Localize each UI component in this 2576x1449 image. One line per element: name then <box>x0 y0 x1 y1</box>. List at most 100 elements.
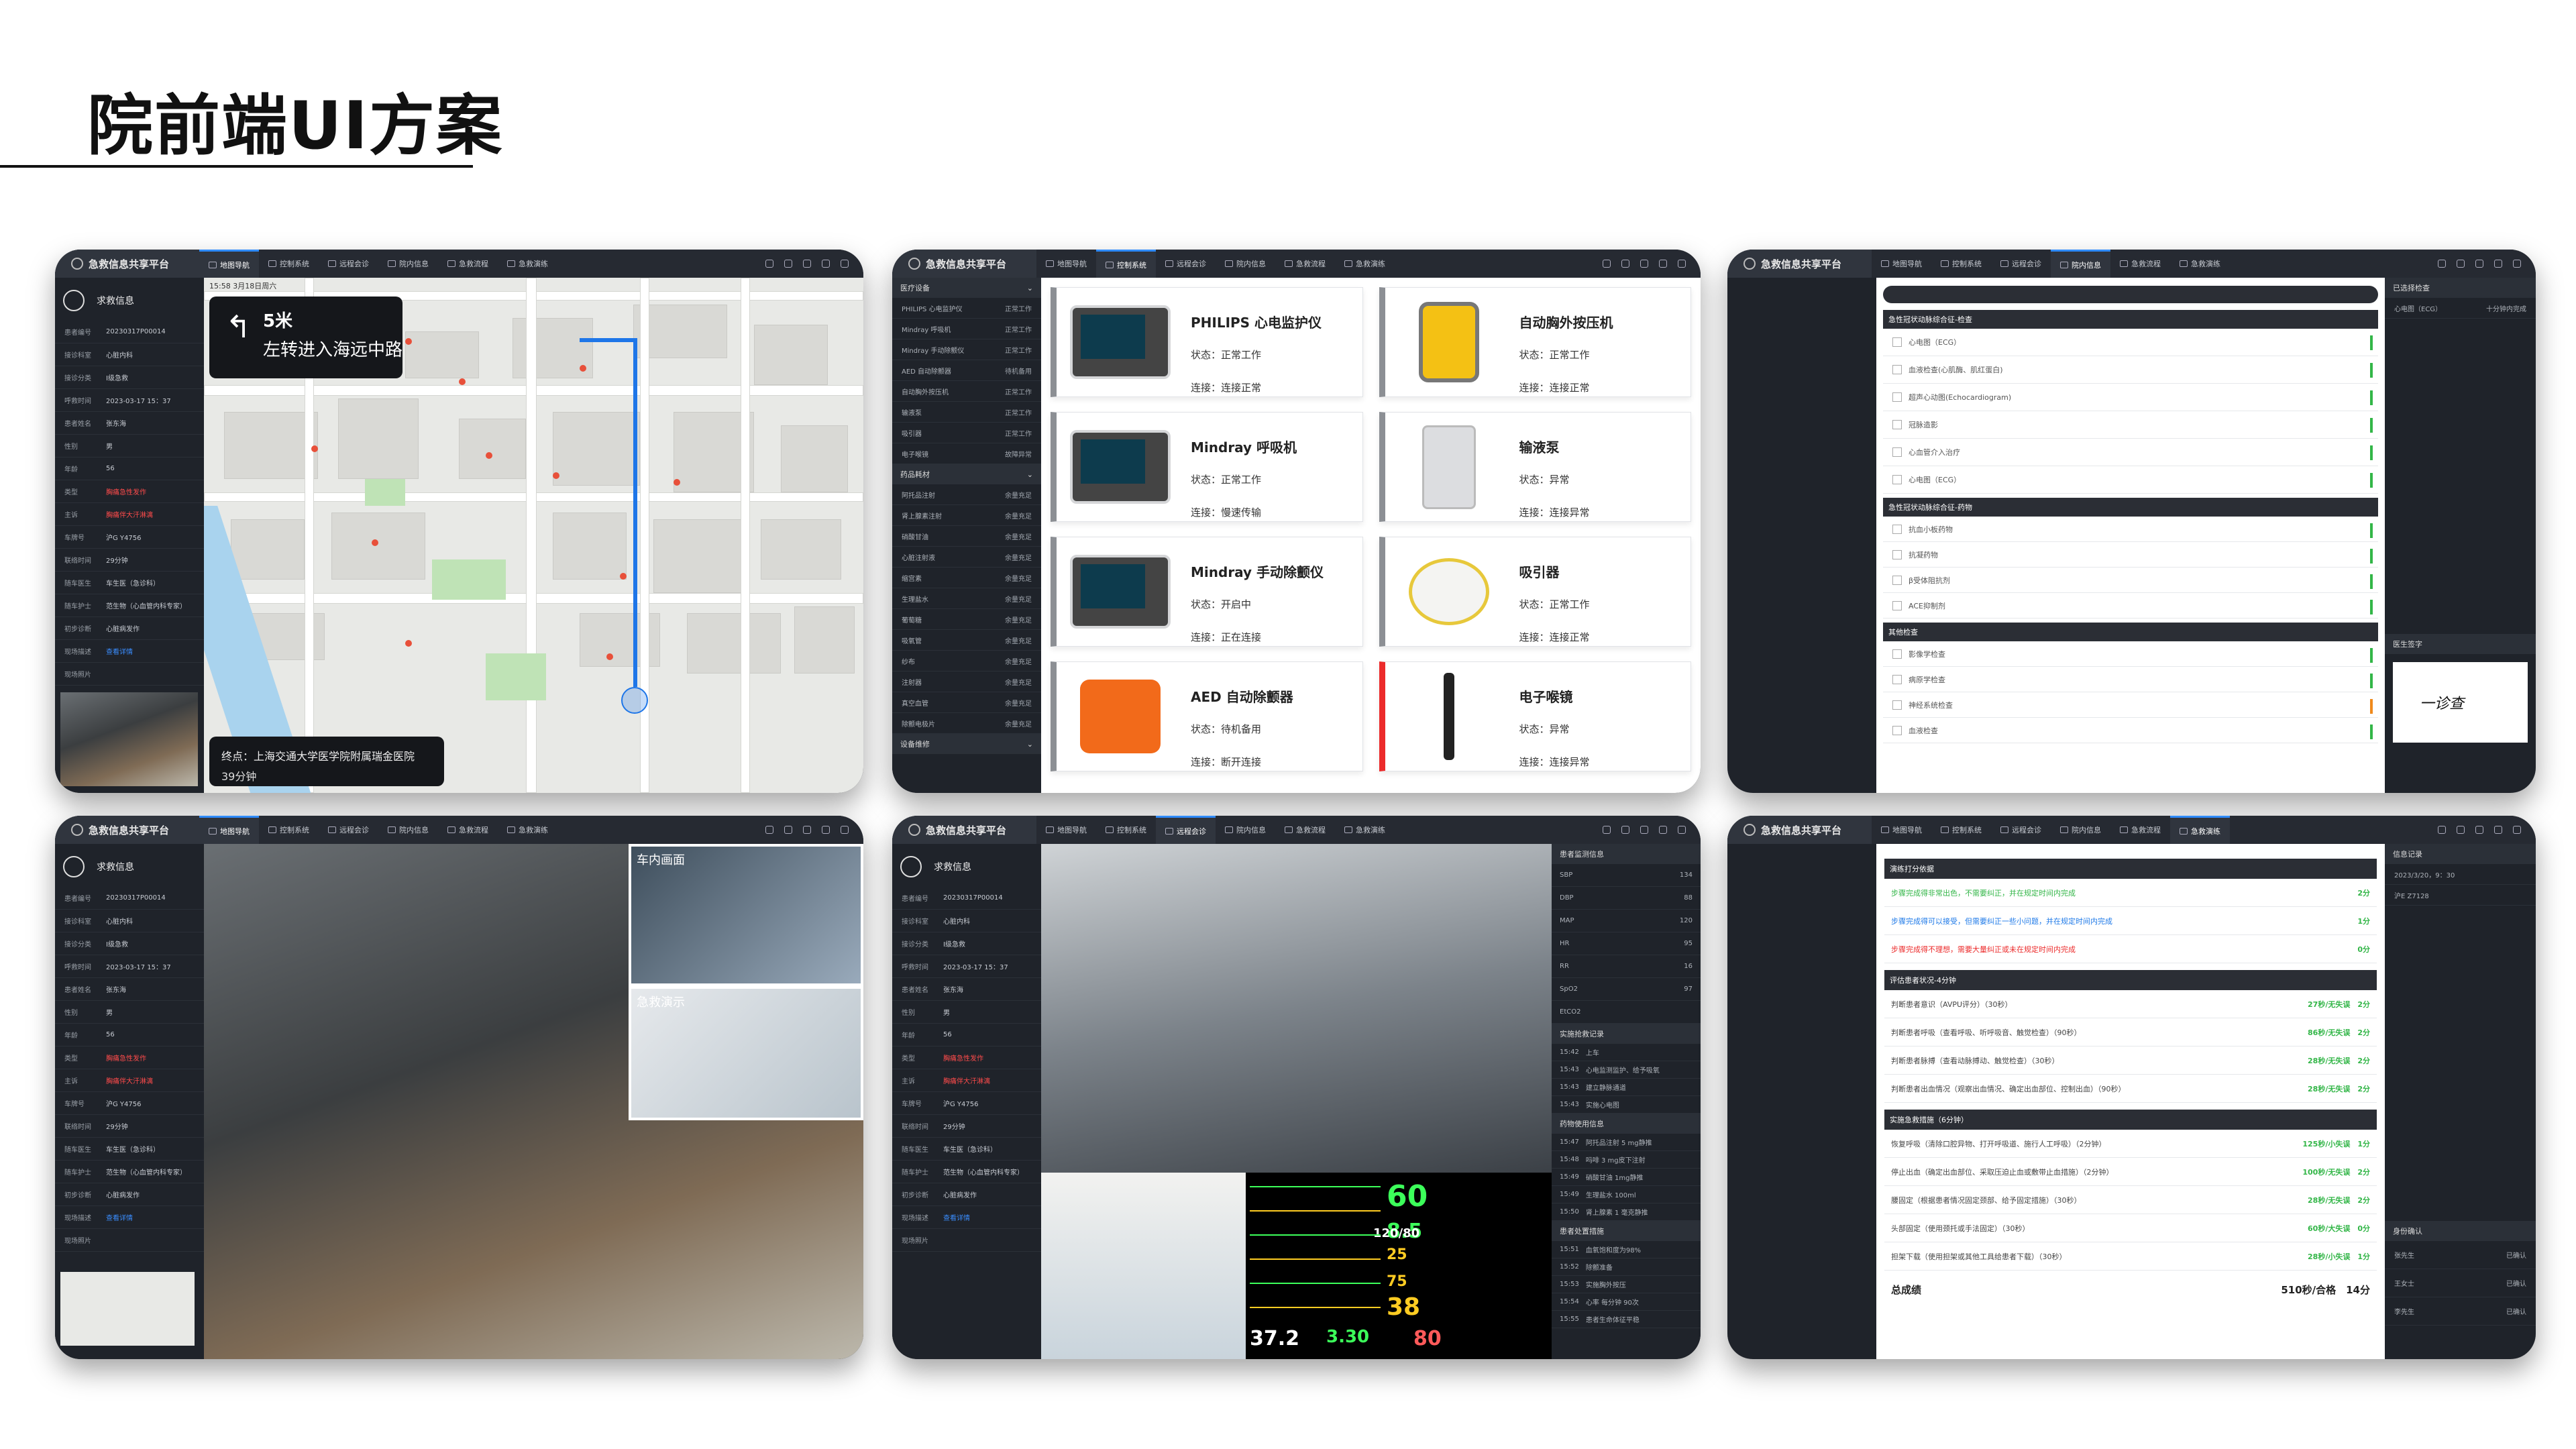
print-icon[interactable] <box>2438 260 2446 268</box>
settings-icon[interactable] <box>1659 826 1667 834</box>
user-icon[interactable] <box>1640 260 1648 268</box>
drug-row[interactable]: 吸氧管 余量充足 <box>892 630 1041 651</box>
drug-row[interactable]: 缩宫素 余量充足 <box>892 568 1041 588</box>
nav-tab-2[interactable]: 远程会诊 <box>319 816 378 844</box>
signature-pad[interactable]: 一诊查 <box>2393 662 2528 743</box>
nav-tab-1[interactable]: 控制系统 <box>1096 250 1156 278</box>
drug-row[interactable]: 注射器 余量充足 <box>892 672 1041 692</box>
poi-marker[interactable] <box>580 365 586 372</box>
poi-marker[interactable] <box>311 445 318 452</box>
section-header[interactable]: 药品耗材 ⌄ <box>892 464 1041 484</box>
poi-marker[interactable] <box>620 573 627 580</box>
device-card[interactable]: Mindray 手动除颤仪 状态：开启中 连接：正在连接 <box>1051 537 1363 647</box>
nav-tab-1[interactable]: 控制系统 <box>259 250 319 278</box>
nav-tab-3[interactable]: 院内信息 <box>2051 816 2110 844</box>
signer-row[interactable]: 张先生 已确认 <box>2385 1241 2536 1269</box>
user-icon[interactable] <box>2475 260 2483 268</box>
device-card[interactable]: AED 自动除颤器 状态：待机备用 连接：断开连接 <box>1051 661 1363 771</box>
nav-tab-1[interactable]: 控制系统 <box>1931 816 1991 844</box>
settings-icon[interactable] <box>822 826 830 834</box>
scene-photo[interactable] <box>60 692 198 786</box>
nav-tab-4[interactable]: 急救流程 <box>2110 250 2170 278</box>
poi-marker[interactable] <box>405 338 412 345</box>
nav-tab-5[interactable]: 急救演练 <box>1335 250 1395 278</box>
user-icon[interactable] <box>2475 826 2483 834</box>
checklist-item[interactable]: 心电图（ECG） <box>1883 329 2378 356</box>
user-icon[interactable] <box>803 826 811 834</box>
map-view[interactable]: ↰ 5米 左转进入海远中路 15:58 3月18日周六 终点：上海交通大学医学院附属瑞金… <box>204 278 863 793</box>
nav-tab-2[interactable]: 远程会诊 <box>1991 816 2051 844</box>
nav-tab-5[interactable]: 急救演练 <box>498 250 557 278</box>
drug-row[interactable]: 阿托品注射 余量充足 <box>892 484 1041 505</box>
nav-tab-5[interactable]: 急救演练 <box>2170 816 2230 844</box>
checklist-item[interactable]: 抗凝药物 <box>1883 542 2378 568</box>
poi-marker[interactable] <box>606 653 613 660</box>
logout-icon[interactable] <box>2513 260 2521 268</box>
logout-icon[interactable] <box>2513 826 2521 834</box>
bell-icon[interactable] <box>2457 260 2465 268</box>
nav-tab-3[interactable]: 院内信息 <box>1216 250 1275 278</box>
checklist-item[interactable]: 抗血小板药物 <box>1883 517 2378 542</box>
bell-icon[interactable] <box>2457 826 2465 834</box>
nav-tab-2[interactable]: 远程会诊 <box>1156 816 1216 844</box>
device-row[interactable]: PHILIPS 心电监护仪 正常工作 <box>892 298 1041 319</box>
nav-tab-4[interactable]: 急救流程 <box>438 816 498 844</box>
checklist-item[interactable]: ACE抑制剂 <box>1883 593 2378 619</box>
poi-marker[interactable] <box>553 472 559 479</box>
nav-tab-5[interactable]: 急救演练 <box>498 816 557 844</box>
poi-marker[interactable] <box>459 378 466 385</box>
print-icon[interactable] <box>765 260 773 268</box>
nav-tab-0[interactable]: 地图导航 <box>1036 250 1096 278</box>
nav-tab-1[interactable]: 控制系统 <box>259 816 319 844</box>
signer-row[interactable]: 王女士 已确认 <box>2385 1269 2536 1297</box>
checklist-item[interactable]: 血液检查(心肌酶、肌红蛋白) <box>1883 356 2378 384</box>
in-car-video[interactable]: 车内画面 <box>629 844 863 986</box>
logout-icon[interactable] <box>841 260 849 268</box>
drug-row[interactable]: 生理盐水 余量充足 <box>892 588 1041 609</box>
poi-marker[interactable] <box>405 640 412 647</box>
nav-tab-2[interactable]: 远程会诊 <box>1156 250 1216 278</box>
nav-tab-2[interactable]: 远程会诊 <box>1991 250 2051 278</box>
nav-tab-4[interactable]: 急救流程 <box>438 250 498 278</box>
device-card[interactable]: PHILIPS 心电监护仪 状态：正常工作 连接：连接正常 <box>1051 287 1363 397</box>
device-row[interactable]: 自动胸外按压机 正常工作 <box>892 381 1041 402</box>
device-row[interactable]: Mindray 呼吸机 正常工作 <box>892 319 1041 339</box>
logout-icon[interactable] <box>1678 260 1686 268</box>
checklist-item[interactable]: β受体阻抗剂 <box>1883 568 2378 593</box>
device-card[interactable]: 输液泵 状态：异常 连接：连接异常 <box>1379 412 1691 522</box>
nav-tab-4[interactable]: 急救流程 <box>2110 816 2170 844</box>
print-icon[interactable] <box>765 826 773 834</box>
nav-tab-1[interactable]: 控制系统 <box>1096 816 1156 844</box>
drug-row[interactable]: 纱布 余量充足 <box>892 651 1041 672</box>
device-card[interactable]: 吸引器 状态：正常工作 连接：连接正常 <box>1379 537 1691 647</box>
checklist-item[interactable]: 血液检查 <box>1883 718 2378 743</box>
nav-tab-3[interactable]: 院内信息 <box>378 250 438 278</box>
logout-icon[interactable] <box>1678 826 1686 834</box>
nav-tab-0[interactable]: 地图导航 <box>1872 816 1931 844</box>
checklist-item[interactable]: 影像学检查 <box>1883 641 2378 667</box>
search-input[interactable] <box>1883 286 2378 303</box>
scene-video[interactable]: 车内画面 急救演示 <box>204 844 863 1359</box>
nav-tab-4[interactable]: 急救流程 <box>1275 250 1335 278</box>
user-icon[interactable] <box>803 260 811 268</box>
checklist-item[interactable]: 心血管介入治疗 <box>1883 439 2378 466</box>
mini-map[interactable] <box>60 1272 195 1346</box>
drug-row[interactable]: 硝酸甘油 余量充足 <box>892 526 1041 547</box>
device-card[interactable]: 电子喉镜 状态：异常 连接：连接异常 <box>1379 661 1691 771</box>
print-icon[interactable] <box>1603 260 1611 268</box>
device-row[interactable]: 吸引器 正常工作 <box>892 423 1041 443</box>
field-value[interactable]: 查看详情 <box>106 1212 195 1222</box>
checklist-item[interactable]: 神经系统检查 <box>1883 692 2378 718</box>
settings-icon[interactable] <box>1659 260 1667 268</box>
checklist-item[interactable]: 冠脉造影 <box>1883 411 2378 439</box>
doctor-video[interactable] <box>1041 1173 1246 1359</box>
nav-tab-0[interactable]: 地图导航 <box>1036 816 1096 844</box>
settings-icon[interactable] <box>822 260 830 268</box>
section-header[interactable]: 医疗设备 ⌄ <box>892 278 1041 298</box>
device-row[interactable]: AED 自动除颤器 待机备用 <box>892 360 1041 381</box>
nav-tab-3[interactable]: 院内信息 <box>2051 250 2110 278</box>
logout-icon[interactable] <box>841 826 849 834</box>
print-icon[interactable] <box>2438 826 2446 834</box>
device-card[interactable]: 自动胸外按压机 状态：正常工作 连接：连接正常 <box>1379 287 1691 397</box>
poi-marker[interactable] <box>486 452 492 459</box>
